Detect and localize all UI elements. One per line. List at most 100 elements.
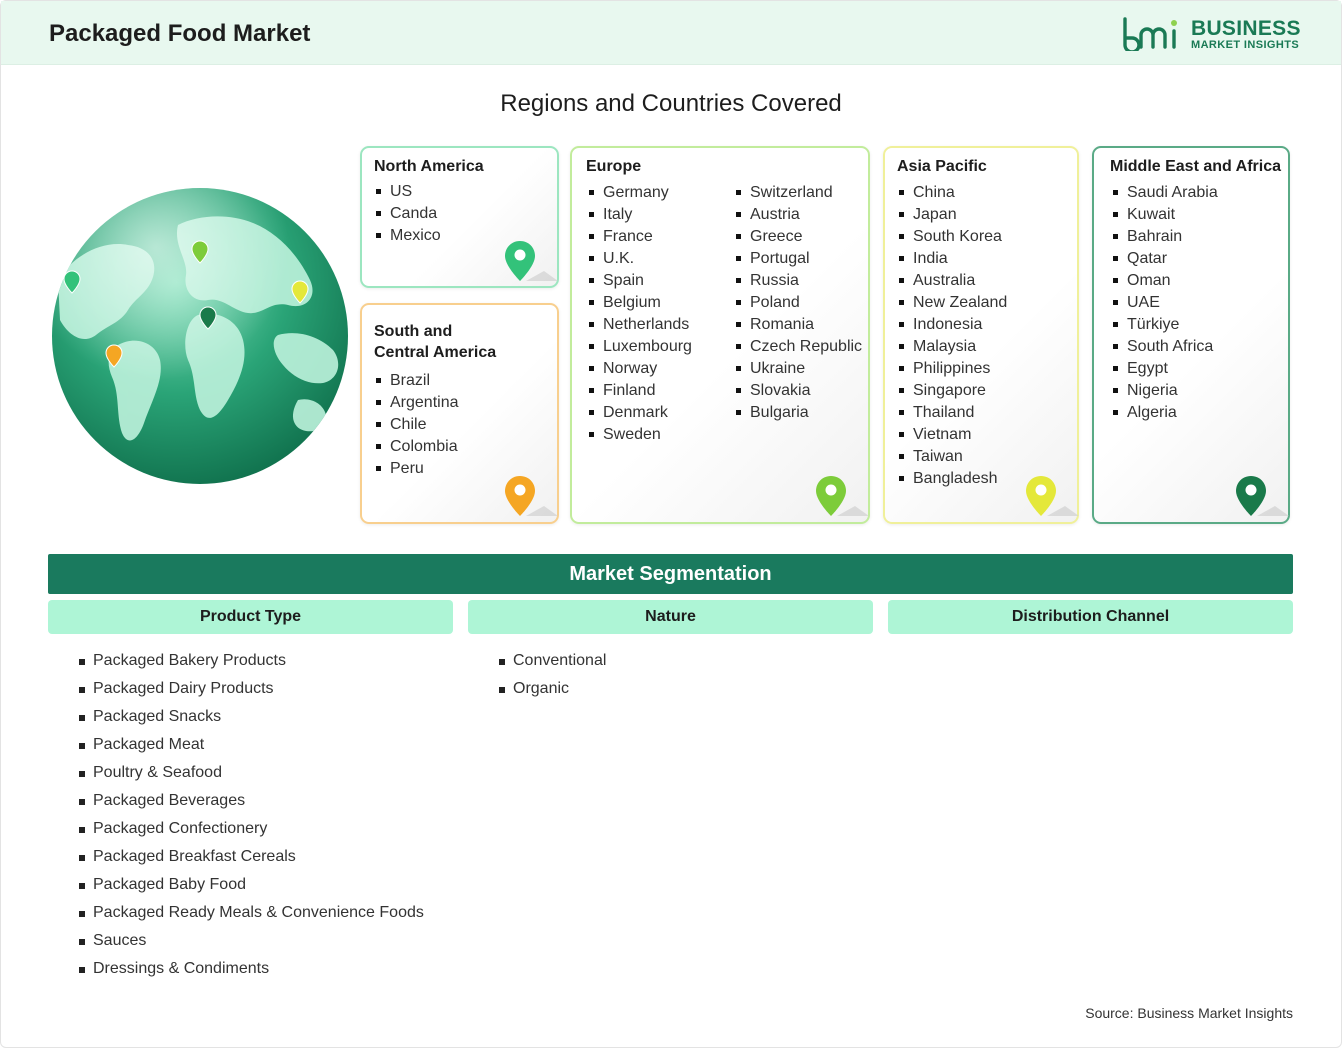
country-item: Argentina <box>373 392 459 414</box>
country-item: Oman <box>1110 270 1218 292</box>
country-item: Netherlands <box>586 314 692 336</box>
country-list-south-central-america: Brazil Argentina Chile Colombia Peru <box>373 370 459 480</box>
region-title-asia-pacific: Asia Pacific <box>897 158 987 175</box>
country-item: Czech Republic <box>733 336 862 358</box>
globe-icon <box>52 188 348 484</box>
country-item: Malaysia <box>896 336 1007 358</box>
segment-item: Packaged Confectionery <box>79 818 424 846</box>
map-pin-icon <box>505 241 558 281</box>
country-item: Bahrain <box>1110 226 1218 248</box>
country-item: Bangladesh <box>896 468 1007 490</box>
map-pin-icon <box>1026 476 1079 516</box>
country-item: India <box>896 248 1007 270</box>
map-pin-icon <box>1236 476 1289 516</box>
map-pin-icon <box>505 476 558 516</box>
segment-item: Dressings & Condiments <box>79 958 424 986</box>
country-item: South Africa <box>1110 336 1218 358</box>
country-item: France <box>586 226 692 248</box>
country-list-europe-col1: Germany Italy France U.K. Spain Belgium … <box>586 182 692 446</box>
country-item: Australia <box>896 270 1007 292</box>
country-item: Saudi Arabia <box>1110 182 1218 204</box>
country-item: Belgium <box>586 292 692 314</box>
country-item: Taiwan <box>896 446 1007 468</box>
country-item: China <box>896 182 1007 204</box>
region-title-north-america: North America <box>374 158 484 175</box>
country-list-middle-east-africa: Saudi Arabia Kuwait Bahrain Qatar Oman U… <box>1110 182 1218 424</box>
country-item: Chile <box>373 414 459 436</box>
region-title-line: South and <box>374 323 453 340</box>
region-card-asia-pacific: Asia Pacific China Japan South Korea Ind… <box>883 146 1079 524</box>
country-item: Algeria <box>1110 402 1218 424</box>
segment-item: Organic <box>499 678 606 706</box>
regions-title: Regions and Countries Covered <box>500 90 842 117</box>
country-item: Peru <box>373 458 459 480</box>
region-title-line: Central America <box>374 344 497 361</box>
country-item: New Zealand <box>896 292 1007 314</box>
country-list-europe-col2: Switzerland Austria Greece Portugal Russ… <box>733 182 862 424</box>
country-item: Italy <box>586 204 692 226</box>
country-item: Mexico <box>373 225 441 247</box>
segment-item: Packaged Snacks <box>79 706 424 734</box>
page-header: Packaged Food Market BUSINESS MARKET INS… <box>1 1 1341 65</box>
country-item: Ukraine <box>733 358 862 380</box>
country-item: Nigeria <box>1110 380 1218 402</box>
segmentation-title: Market Segmentation <box>48 554 1293 594</box>
region-card-middle-east-africa: Middle East and Africa Saudi Arabia Kuwa… <box>1092 146 1290 524</box>
segment-header-nature: Nature <box>468 600 873 634</box>
country-item: Sweden <box>586 424 692 446</box>
region-title-south-central-america: South and Central America <box>374 321 496 363</box>
country-item: Thailand <box>896 402 1007 424</box>
country-list-asia-pacific: China Japan South Korea India Australia … <box>896 182 1007 490</box>
country-item: US <box>373 181 441 203</box>
segment-item: Packaged Bakery Products <box>79 650 424 678</box>
country-item: Portugal <box>733 248 862 270</box>
region-title-europe: Europe <box>586 158 642 175</box>
country-item: Japan <box>896 204 1007 226</box>
country-item: Romania <box>733 314 862 336</box>
segment-list-nature: Conventional Organic <box>499 650 606 706</box>
logo-text-market-insights: MARKET INSIGHTS <box>1191 39 1300 51</box>
country-item: Qatar <box>1110 248 1218 270</box>
segment-item: Packaged Meat <box>79 734 424 762</box>
country-item: Slovakia <box>733 380 862 402</box>
region-title-middle-east-africa: Middle East and Africa <box>1110 158 1281 175</box>
country-item: Spain <box>586 270 692 292</box>
segment-item: Poultry & Seafood <box>79 762 424 790</box>
country-item: Singapore <box>896 380 1007 402</box>
country-item: Indonesia <box>896 314 1007 336</box>
region-card-europe: Europe Germany Italy France U.K. Spain B… <box>570 146 870 524</box>
source-note: Source: Business Market Insights <box>1085 1005 1293 1021</box>
country-item: Bulgaria <box>733 402 862 424</box>
country-item: Germany <box>586 182 692 204</box>
country-item: Greece <box>733 226 862 248</box>
segment-item: Sauces <box>79 930 424 958</box>
country-item: U.K. <box>586 248 692 270</box>
country-item: UAE <box>1110 292 1218 314</box>
segment-header-distribution-channel: Distribution Channel <box>888 600 1293 634</box>
country-item: South Korea <box>896 226 1007 248</box>
country-list-north-america: US Canda Mexico <box>373 181 441 247</box>
segment-item: Packaged Baby Food <box>79 874 424 902</box>
country-item: Colombia <box>373 436 459 458</box>
segment-item: Packaged Beverages <box>79 790 424 818</box>
country-item: Russia <box>733 270 862 292</box>
region-card-south-central-america: South and Central America Brazil Argenti… <box>360 303 559 524</box>
country-item: Austria <box>733 204 862 226</box>
segment-item: Packaged Breakfast Cereals <box>79 846 424 874</box>
segment-item: Packaged Ready Meals & Convenience Foods <box>79 902 424 930</box>
page-title: Packaged Food Market <box>49 20 311 47</box>
segment-item: Packaged Dairy Products <box>79 678 424 706</box>
segment-list-product-type: Packaged Bakery Products Packaged Dairy … <box>79 650 424 986</box>
bmi-logo-icon <box>1123 17 1177 51</box>
country-item: Norway <box>586 358 692 380</box>
country-item: Switzerland <box>733 182 862 204</box>
logo-text-business: BUSINESS <box>1191 17 1301 40</box>
country-item: Finland <box>586 380 692 402</box>
company-logo: BUSINESS MARKET INSIGHTS <box>1121 15 1301 55</box>
country-item: Türkiye <box>1110 314 1218 336</box>
map-pin-icon <box>816 476 869 516</box>
segment-header-product-type: Product Type <box>48 600 453 634</box>
country-item: Canda <box>373 203 441 225</box>
country-item: Egypt <box>1110 358 1218 380</box>
country-item: Denmark <box>586 402 692 424</box>
